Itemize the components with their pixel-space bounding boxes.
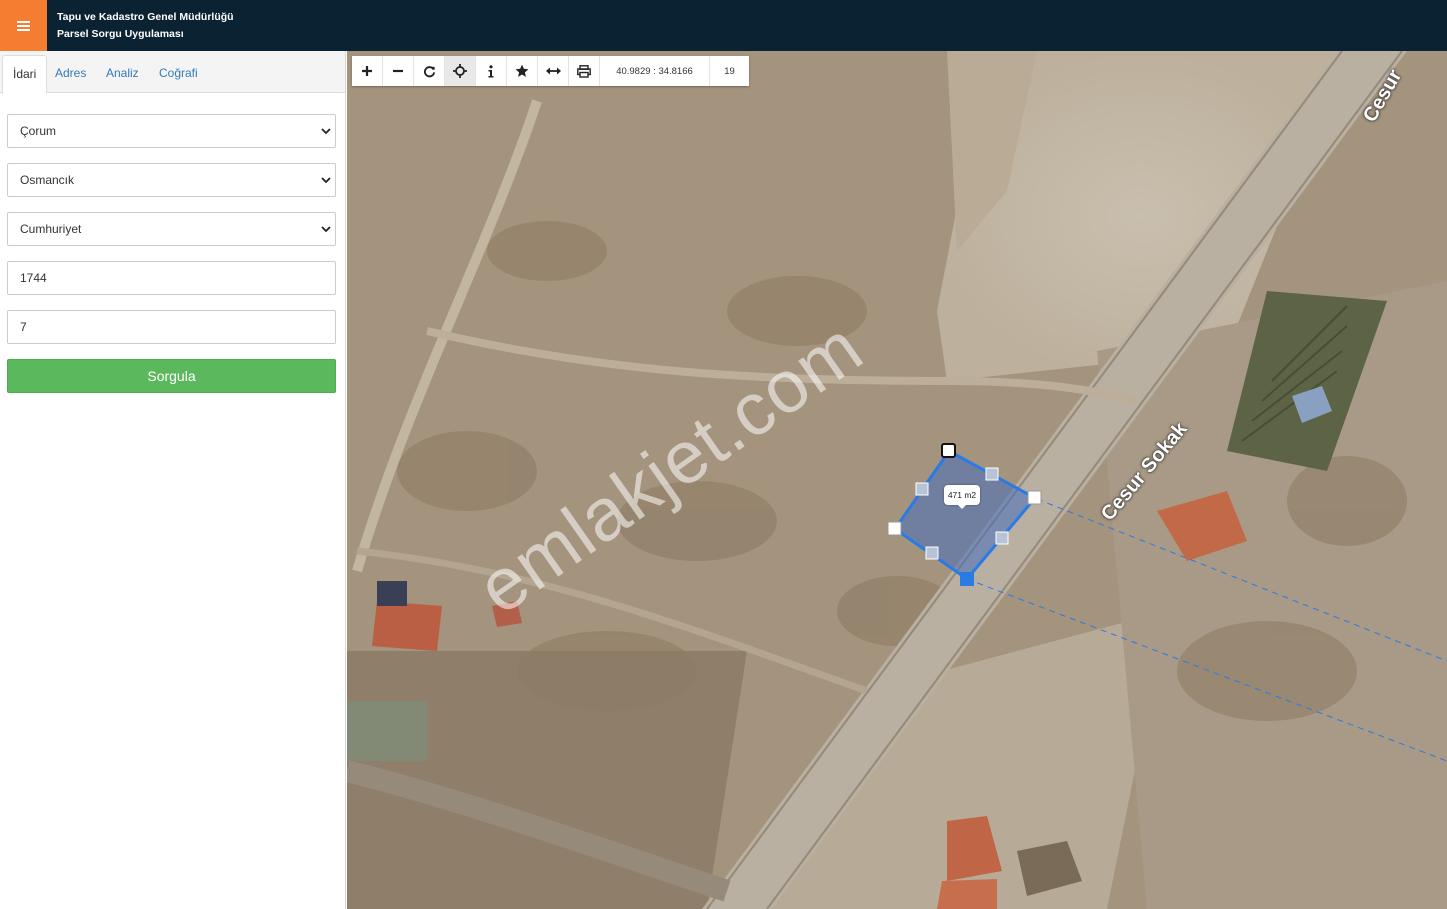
tab-analiz[interactable]: Analiz (96, 55, 149, 93)
star-icon (515, 64, 529, 77)
tab-cografi[interactable]: Coğrafi (149, 55, 208, 93)
block-input-value: 1744 (20, 271, 47, 285)
parcel-input[interactable]: 7 (7, 310, 336, 344)
district-select-value: Osmancık (20, 173, 75, 187)
print-icon (577, 64, 591, 78)
menu-button[interactable] (0, 0, 47, 51)
app-header: Tapu ve Kadastro Genel Müdürlüğü Parsel … (0, 0, 1447, 51)
chevron-down-icon (321, 226, 331, 233)
zoom-out-button[interactable] (383, 56, 414, 86)
sidebar-panel: İdari Adres Analiz Coğrafi Çorum Osmancı… (0, 51, 346, 909)
province-select-value: Çorum (20, 124, 57, 138)
refresh-icon (423, 65, 435, 77)
info-icon (488, 64, 494, 77)
refresh-button[interactable] (414, 56, 445, 86)
info-button[interactable] (476, 56, 507, 86)
tab-idari[interactable]: İdari (2, 55, 48, 94)
map-toolbar: 40.9829 : 34.8166 19 (352, 56, 749, 86)
query-button[interactable]: Sorgula (7, 359, 336, 393)
tab-adres[interactable]: Adres (45, 55, 96, 93)
area-measurement-label: 471 m2 (944, 485, 980, 509)
locate-button[interactable] (445, 56, 476, 86)
neighborhood-select-value: Cumhuriyet (20, 222, 82, 236)
hamburger-icon (17, 20, 30, 31)
favorite-button[interactable] (507, 56, 538, 86)
coordinates-readout: 40.9829 : 34.8166 (600, 56, 710, 86)
parcel-input-value: 7 (20, 320, 27, 334)
district-select[interactable]: Osmancık (7, 163, 336, 197)
app-title: Tapu ve Kadastro Genel Müdürlüğü Parsel … (57, 9, 234, 43)
zoom-level-readout: 19 (724, 65, 735, 77)
zoom-out-icon (393, 69, 403, 73)
block-input[interactable]: 1744 (7, 261, 336, 295)
arrows-horizontal-icon (545, 67, 561, 75)
locate-icon (453, 64, 467, 78)
chevron-down-icon (321, 128, 331, 135)
chevron-down-icon (321, 177, 331, 184)
satellite-imagery (347, 51, 1447, 909)
app-title-line1: Tapu ve Kadastro Genel Müdürlüğü (57, 11, 234, 23)
neighborhood-select[interactable]: Cumhuriyet (7, 212, 336, 246)
zoom-in-icon (362, 66, 372, 76)
print-button[interactable] (569, 56, 600, 86)
sidebar-tabs: İdari Adres Analiz Coğrafi (0, 51, 345, 94)
zoom-in-button[interactable] (352, 56, 383, 86)
app-title-line2: Parsel Sorgu Uygulaması (57, 28, 184, 40)
province-select[interactable]: Çorum (7, 114, 336, 148)
measure-button[interactable] (538, 56, 569, 86)
map-view[interactable]: emlakjet.com Cesur Sokak Cesur 471 m2 40… (347, 51, 1447, 909)
